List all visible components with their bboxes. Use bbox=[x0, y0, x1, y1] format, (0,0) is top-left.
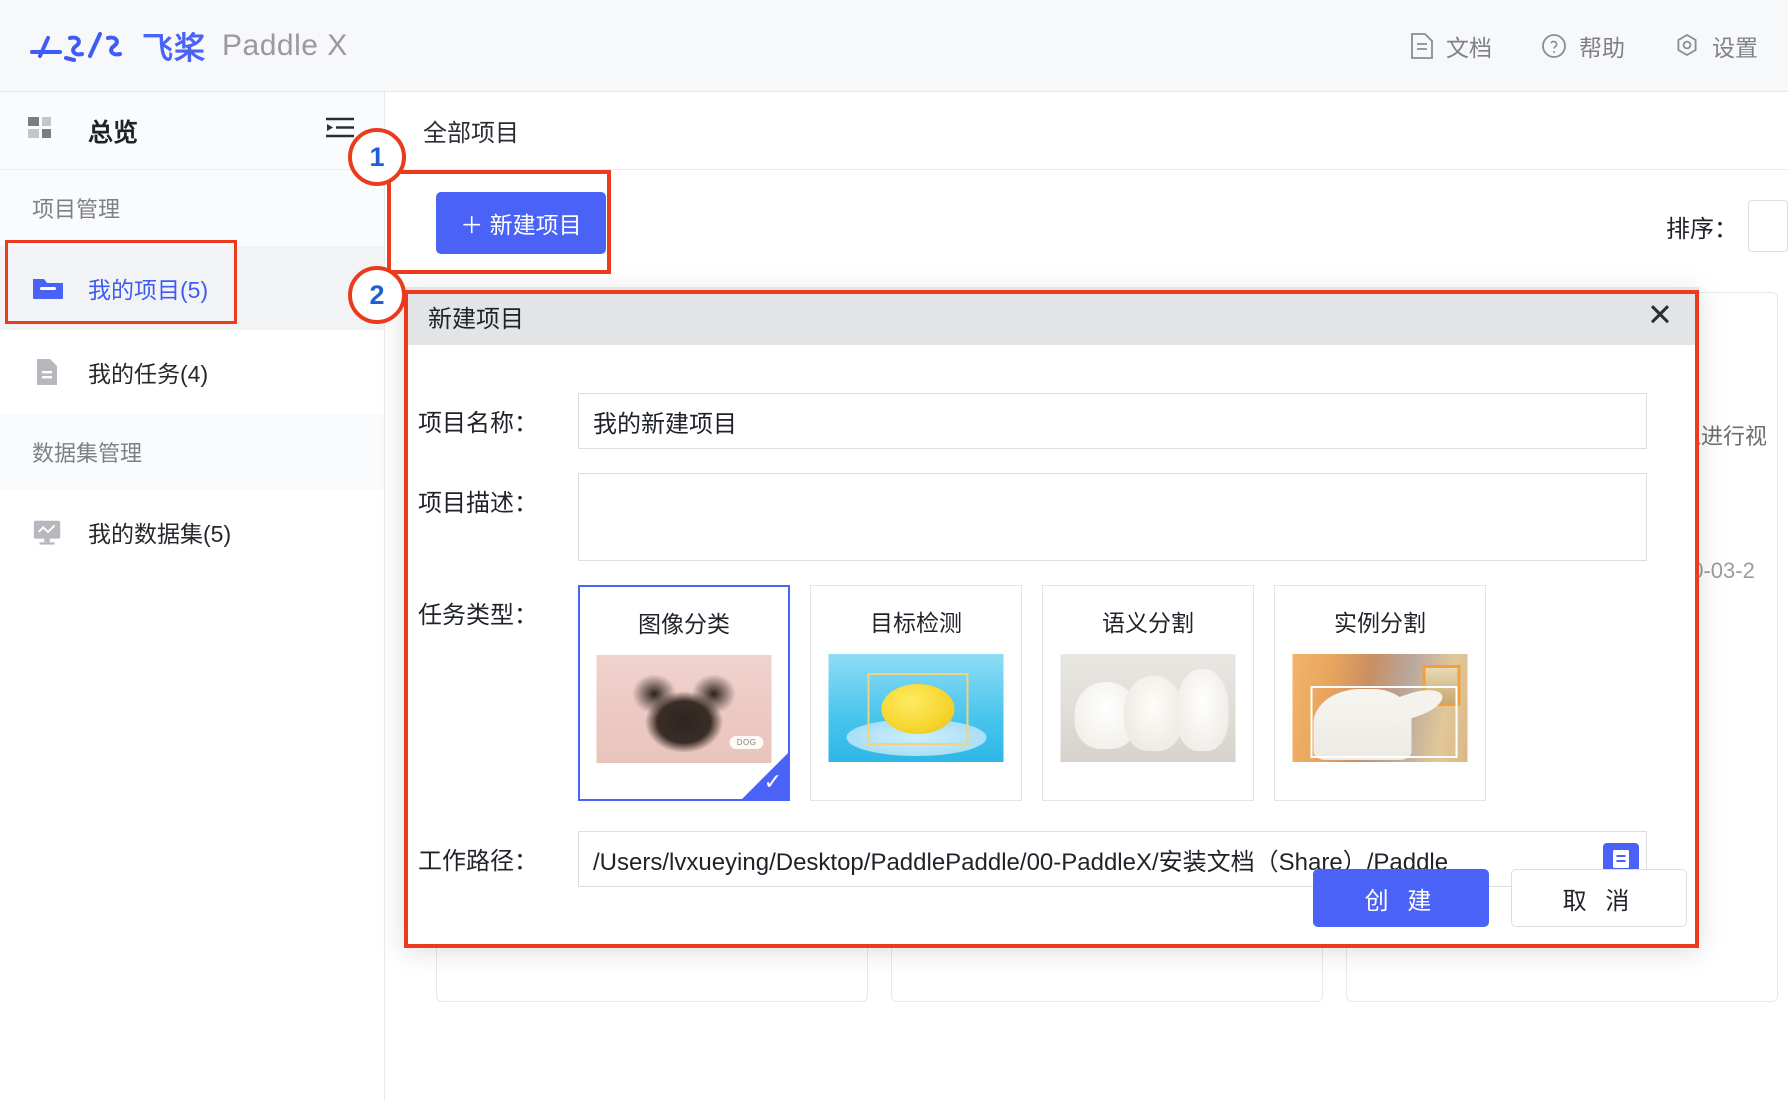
brand-name-cn: 飞桨 bbox=[142, 31, 206, 66]
task-type-card-semantic-segmentation[interactable]: 语义分割 bbox=[1042, 585, 1254, 801]
cancel-button[interactable]: 取 消 bbox=[1511, 869, 1687, 927]
sort-label: 排序： bbox=[1666, 215, 1738, 243]
modal-title: 新建项目 bbox=[428, 305, 524, 333]
sidebar-overview-label: 总览 bbox=[88, 118, 139, 147]
header-doc-button[interactable]: 文档 bbox=[1409, 29, 1492, 63]
project-desc-textarea[interactable] bbox=[578, 473, 1647, 561]
brand-logo[interactable]: 飞桨 Paddle X bbox=[26, 23, 348, 68]
folder-icon bbox=[32, 274, 64, 302]
field-row-task-type: 任务类型： 图像分类 DOG ✓ 目标检测 语义分割 实例分割 bbox=[418, 585, 1647, 801]
task-type-card-image-classification[interactable]: 图像分类 DOG ✓ bbox=[578, 585, 790, 801]
overview-grid-icon bbox=[28, 115, 58, 146]
sidebar-item-my-datasets[interactable]: 我的数据集(5) bbox=[0, 490, 384, 574]
task-type-label-object-detection: 目标检测 bbox=[870, 610, 962, 636]
puppies-photo-thumbnail bbox=[1060, 654, 1236, 762]
header-help-button[interactable]: 帮助 bbox=[1540, 29, 1625, 63]
modal-actions: 创 建 取 消 bbox=[1313, 869, 1687, 927]
project-desc-label: 项目描述： bbox=[418, 490, 538, 517]
new-project-button[interactable]: ＋ 新建项目 bbox=[436, 192, 606, 254]
field-row-project-desc: 项目描述： bbox=[418, 473, 1647, 561]
dog-photo-thumbnail: DOG bbox=[596, 655, 772, 763]
file-icon bbox=[32, 358, 64, 386]
sidebar-item-my-projects[interactable]: 我的项目(5) bbox=[0, 246, 384, 330]
header-settings-button[interactable]: 设置 bbox=[1673, 29, 1758, 63]
brand-name-en: Paddle X bbox=[222, 28, 348, 62]
paddle-logo-icon bbox=[26, 26, 136, 66]
task-type-card-object-detection[interactable]: 目标检测 bbox=[810, 585, 1022, 801]
person-photo-thumbnail bbox=[1292, 654, 1468, 762]
task-type-card-instance-segmentation[interactable]: 实例分割 bbox=[1274, 585, 1486, 801]
sidebar-group-datasets: 数据集管理 bbox=[0, 414, 384, 490]
task-type-cards: 图像分类 DOG ✓ 目标检测 语义分割 实例分割 bbox=[578, 585, 1647, 801]
sidebar-item-my-datasets-label: 我的数据集(5) bbox=[88, 521, 232, 547]
project-name-input[interactable] bbox=[578, 393, 1647, 449]
task-type-label-instance-segmentation: 实例分割 bbox=[1334, 610, 1426, 636]
gear-icon bbox=[1673, 32, 1701, 60]
modal-body: 项目名称： 项目描述： 任务类型： 图像分类 DOG ✓ bbox=[404, 345, 1699, 945]
work-path-label: 工作路径： bbox=[418, 848, 538, 875]
sort-control: 排序： bbox=[1666, 200, 1788, 252]
app-root: 飞桨 Paddle X 文档 帮助 设置 总览 项目管理 我的项目(5) 我的任… bbox=[0, 0, 1788, 1100]
close-icon[interactable]: ✕ bbox=[1647, 300, 1673, 332]
sidebar-overview[interactable]: 总览 bbox=[0, 92, 384, 170]
dog-badge-label: DOG bbox=[729, 736, 764, 749]
create-button[interactable]: 创 建 bbox=[1313, 869, 1489, 927]
header-doc-label: 文档 bbox=[1446, 34, 1492, 61]
header-help-label: 帮助 bbox=[1579, 34, 1625, 61]
header-settings-label: 设置 bbox=[1712, 34, 1758, 61]
project-name-label: 项目名称： bbox=[418, 410, 538, 437]
task-type-label-semantic-segmentation: 语义分割 bbox=[1102, 610, 1194, 636]
task-type-label: 任务类型： bbox=[418, 602, 538, 629]
toolbar: ＋ 新建项目 排序： bbox=[386, 170, 1788, 292]
sidebar-group-projects: 项目管理 bbox=[0, 170, 384, 246]
document-icon bbox=[1409, 32, 1435, 60]
annotation-badge-2: 2 bbox=[348, 266, 406, 324]
field-row-project-name: 项目名称： bbox=[418, 393, 1647, 449]
sort-select[interactable] bbox=[1748, 200, 1788, 252]
breadcrumb: 全部项目 bbox=[386, 92, 1788, 170]
task-type-label-image-classification: 图像分类 bbox=[638, 611, 730, 637]
modal-title-bar: 新建项目 ✕ bbox=[404, 287, 1699, 345]
sidebar-item-my-tasks-label: 我的任务(4) bbox=[88, 361, 209, 387]
sidebar: 总览 项目管理 我的项目(5) 我的任务(4) 数据集管理 我的数据集(5) bbox=[0, 92, 385, 1100]
sidebar-item-my-projects-label: 我的项目(5) bbox=[88, 277, 209, 303]
help-circle-icon bbox=[1540, 32, 1568, 60]
sidebar-item-my-tasks[interactable]: 我的任务(4) bbox=[0, 330, 384, 414]
lemon-photo-thumbnail bbox=[828, 654, 1004, 762]
check-icon: ✓ bbox=[763, 770, 782, 795]
annotation-badge-1: 1 bbox=[348, 128, 406, 186]
new-project-modal: 新建项目 ✕ 项目名称： 项目描述： 任务类型： 图像分类 DOG bbox=[404, 287, 1699, 945]
header-actions: 文档 帮助 设置 bbox=[1409, 29, 1758, 63]
top-header: 飞桨 Paddle X 文档 帮助 设置 bbox=[0, 0, 1788, 92]
dataset-monitor-icon bbox=[32, 518, 64, 546]
